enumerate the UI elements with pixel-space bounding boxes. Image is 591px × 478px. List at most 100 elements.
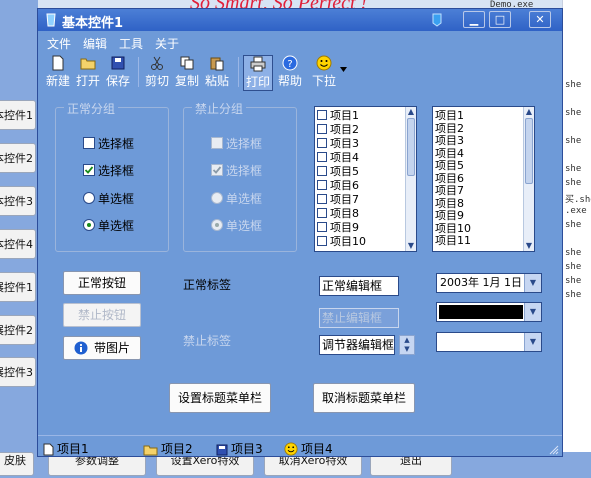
tool-save[interactable]: 保存: [103, 55, 133, 91]
bg-button[interactable]: 本控件4: [0, 229, 36, 259]
spin-down-icon[interactable]: ▼: [400, 345, 414, 354]
menu-tools[interactable]: 工具: [119, 35, 143, 52]
list-item[interactable]: 项目7: [317, 194, 359, 206]
normal-edit[interactable]: 正常编辑框: [319, 276, 399, 296]
bg-button[interactable]: 本控件3: [0, 186, 36, 216]
status-item[interactable]: 项目4: [284, 440, 333, 457]
maximize-button[interactable]: □: [489, 11, 511, 28]
status-item[interactable]: 项目3: [216, 440, 263, 457]
list-box[interactable]: 项目1 项目2 项目3 项目4 项目5 项目6 项目7 项目8 项目9 项目10…: [432, 106, 535, 252]
tool-new[interactable]: 新建: [43, 55, 73, 91]
pin-icon[interactable]: [431, 13, 443, 27]
checkbox-normal-1[interactable]: 选择框: [83, 135, 134, 152]
tool-copy[interactable]: 复制: [172, 55, 202, 91]
list-item[interactable]: 项目2: [317, 124, 359, 136]
checkmark-icon: [84, 166, 94, 174]
list-item[interactable]: 项目11: [435, 235, 471, 247]
background-output-log: she she she she she 买.she .exe she she s…: [562, 0, 591, 478]
chevron-down-icon[interactable]: ▼: [524, 274, 541, 292]
bg-button[interactable]: 本控件1: [0, 100, 36, 130]
status-item[interactable]: 项目2: [143, 440, 193, 457]
set-title-menu-button[interactable]: 设置标题菜单栏: [169, 383, 271, 413]
list-item[interactable]: 项目4: [317, 152, 359, 164]
empty-combo[interactable]: ▼: [436, 332, 542, 352]
checkbox-normal-2[interactable]: 选择框: [83, 162, 134, 179]
list-item[interactable]: 项目4: [435, 147, 464, 160]
disabled-edit: 禁止编辑框: [319, 308, 399, 328]
resize-grip-icon[interactable]: [548, 444, 559, 455]
scroll-down-icon[interactable]: ▼: [524, 241, 534, 251]
title-bar[interactable]: 基本控件1 ▁ □ ✕: [38, 9, 562, 31]
list-item[interactable]: 项目8: [435, 197, 464, 210]
tool-open[interactable]: 打开: [73, 55, 103, 91]
list-item[interactable]: 项目9: [317, 222, 359, 234]
scroll-down-icon[interactable]: ▼: [406, 241, 416, 251]
copy-icon: [180, 56, 194, 70]
bg-button[interactable]: 展控件1: [0, 272, 36, 302]
normal-button[interactable]: 正常按钮: [63, 271, 141, 295]
status-item[interactable]: 项目1: [43, 440, 89, 457]
tool-dropdown[interactable]: 下拉: [309, 55, 339, 91]
checkbox-box: [317, 208, 327, 218]
spin-up-icon[interactable]: ▲: [400, 336, 414, 345]
tool-help[interactable]: ? 帮助: [275, 55, 305, 91]
list-item[interactable]: 项目3: [435, 135, 464, 147]
list-item[interactable]: 项目6: [317, 180, 359, 192]
list-item[interactable]: 项目9: [435, 210, 464, 222]
scroll-up-icon[interactable]: ▲: [524, 107, 534, 117]
tool-paste[interactable]: 粘贴: [202, 55, 232, 91]
bg-button[interactable]: 本控件2: [0, 143, 36, 173]
menu-about[interactable]: 关于: [155, 35, 179, 52]
menu-edit[interactable]: 编辑: [83, 35, 107, 52]
list-item[interactable]: 项目1: [317, 110, 359, 122]
date-picker[interactable]: 2003年 1月 1日 ▼: [436, 273, 542, 293]
scroll-thumb[interactable]: [407, 118, 415, 176]
list-item[interactable]: 项目2: [435, 122, 464, 135]
list-item[interactable]: 项目10: [435, 222, 471, 235]
chevron-down-icon[interactable]: ▼: [524, 303, 541, 321]
cancel-title-menu-button[interactable]: 取消标题菜单栏: [313, 383, 415, 413]
log-line: she: [565, 108, 582, 118]
list-item[interactable]: 项目10: [317, 236, 366, 248]
bg-button[interactable]: 展控件3: [0, 357, 36, 387]
list-item[interactable]: 项目7: [435, 185, 464, 197]
checklist-box[interactable]: 项目1 项目2 项目3 项目4 项目5 项目6 项目7 项目8 项目9 项目10…: [314, 106, 417, 252]
list-item[interactable]: 项目1: [435, 110, 464, 122]
list-item[interactable]: 项目5: [435, 160, 464, 172]
image-button[interactable]: 带图片: [63, 336, 141, 360]
list-item[interactable]: 项目6: [435, 172, 464, 185]
printer-icon: [250, 56, 266, 72]
document-icon: [43, 443, 54, 456]
list-item[interactable]: 项目5: [317, 166, 359, 178]
tool-print[interactable]: 打印: [243, 55, 273, 91]
scroll-up-icon[interactable]: ▲: [406, 107, 416, 117]
radio-normal-1[interactable]: 单选框: [83, 190, 134, 207]
chevron-down-icon[interactable]: ▼: [524, 333, 541, 351]
group-title: 正常分组: [64, 100, 119, 117]
tool-label: 保存: [105, 74, 130, 88]
vertical-scrollbar[interactable]: ▲ ▼: [405, 107, 416, 251]
dropdown-arrow-icon[interactable]: [340, 67, 347, 72]
scroll-thumb[interactable]: [525, 118, 533, 184]
background-left-panel: 本控件1 本控件2 本控件3 本控件4 展控件1 展控件2 展控件3: [0, 0, 38, 478]
bg-button[interactable]: 展控件2: [0, 315, 36, 345]
vertical-scrollbar[interactable]: ▲ ▼: [523, 107, 534, 251]
menu-file[interactable]: 文件: [47, 35, 71, 52]
close-button[interactable]: ✕: [529, 11, 551, 28]
status-bar: 项目1 项目2 项目3 项目4: [38, 435, 562, 457]
minimize-button[interactable]: ▁: [463, 11, 485, 28]
spin-edit[interactable]: 调节器编辑框: [319, 335, 395, 355]
list-item[interactable]: 项目3: [317, 138, 359, 150]
checkbox-box: [211, 164, 223, 176]
info-icon: [74, 341, 88, 355]
tool-cut[interactable]: 剪切: [142, 55, 172, 91]
tool-label: 复制: [174, 74, 199, 88]
bg-skin-button[interactable]: 皮肤: [0, 452, 34, 476]
checkbox-box: [83, 164, 95, 176]
log-line: she: [565, 80, 582, 90]
list-item[interactable]: 项目8: [317, 208, 359, 220]
radio-normal-2[interactable]: 单选框: [83, 217, 134, 234]
color-combo[interactable]: ▼: [436, 302, 542, 322]
spin-buttons[interactable]: ▲ ▼: [399, 335, 415, 355]
menu-bar: 文件 编辑 工具 关于: [38, 31, 562, 51]
